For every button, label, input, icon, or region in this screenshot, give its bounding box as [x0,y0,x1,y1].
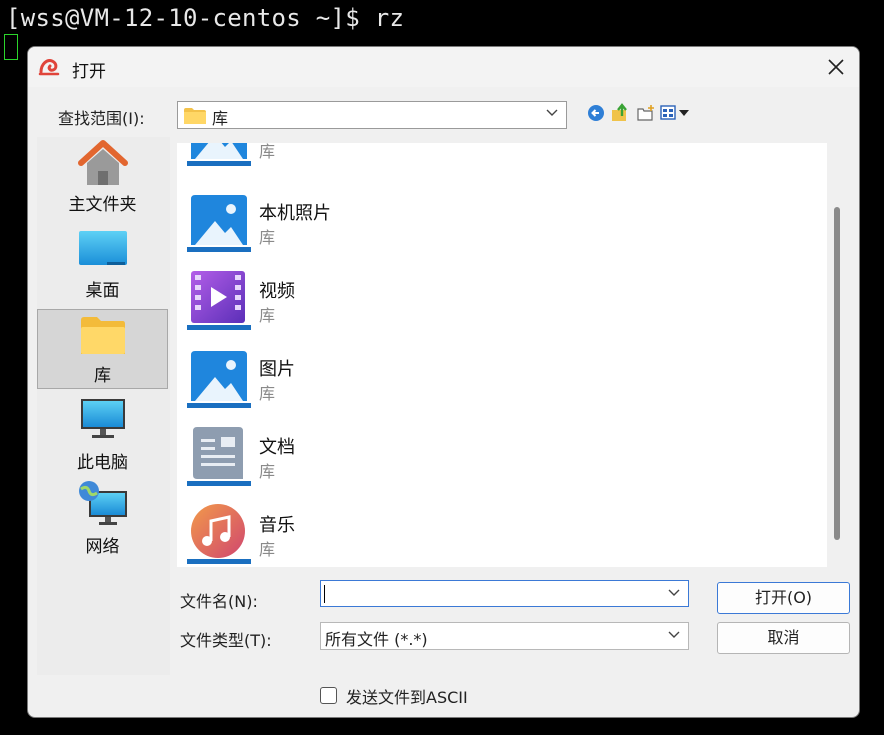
list-item[interactable]: 文档 库 [177,421,807,499]
file-name: 图片 [259,359,295,380]
list-item[interactable]: 音乐 库 [177,499,807,567]
look-in-label: 查找范围(I): [58,109,145,128]
close-button[interactable] [823,55,849,79]
app-snail-icon [38,59,60,76]
library-folder-icon [80,317,125,354]
chevron-down-icon [546,109,558,116]
dialog-titlebar: 打开 [28,47,859,87]
file-type: 库 [259,143,276,161]
new-folder-icon[interactable] [636,103,656,123]
chevron-down-icon [668,589,680,596]
sidebar-item-this-pc[interactable]: 此电脑 [37,395,168,475]
filetype-value: 所有文件 (*.*) [325,630,428,649]
file-type: 库 [259,306,276,325]
music-library-icon [187,504,251,564]
text-caret [324,585,325,603]
filename-label: 文件名(N): [180,592,258,611]
places-sidebar: 主文件夹 桌面 库 此电脑 网络 [37,137,170,675]
network-icon [78,481,127,525]
filetype-label: 文件类型(T): [180,631,272,650]
file-name: 本机照片 [259,203,331,224]
home-icon [77,140,128,185]
file-name: 音乐 [259,515,295,536]
up-folder-icon[interactable] [610,103,630,123]
filename-input[interactable] [320,580,689,607]
documents-library-icon [187,427,251,486]
sidebar-item-label: 库 [94,366,111,386]
file-type: 库 [259,540,276,559]
terminal-cursor [4,34,18,60]
look-in-dropdown[interactable]: 库 [177,101,567,129]
send-ascii-label: 发送文件到ASCII [346,688,468,707]
video-library-icon [187,271,251,330]
list-item[interactable]: 本机照片 库 [177,187,807,265]
sidebar-item-label: 桌面 [85,281,120,301]
open-file-dialog: 打开 查找范围(I): 库 主文件夹 桌面 库 此电脑 网络 库 本机照片 库 … [27,46,860,718]
filetype-dropdown[interactable]: 所有文件 (*.*) [320,622,689,650]
file-type: 库 [259,462,276,481]
list-item[interactable]: 图片 库 [177,343,807,421]
sidebar-item-desktop[interactable]: 桌面 [37,223,168,303]
sidebar-item-library[interactable]: 库 [37,309,168,389]
look-in-value: 库 [212,109,229,128]
file-list-scrollbar[interactable] [834,207,840,540]
send-ascii-checkbox[interactable] [320,687,337,704]
file-name: 视频 [259,281,295,302]
pictures-library-icon [187,143,251,166]
sidebar-item-network[interactable]: 网络 [37,479,168,559]
file-type: 库 [259,384,276,403]
sidebar-item-home[interactable]: 主文件夹 [37,137,168,217]
sidebar-item-label: 主文件夹 [68,195,137,215]
back-icon[interactable] [586,103,606,123]
open-button[interactable]: 打开(O) [717,582,850,614]
pictures-library-icon [187,195,251,252]
file-list: 库 本机照片 库 视频 库 图片 库 文档 库 音乐 库 [177,143,827,567]
folder-icon [184,108,206,124]
chevron-down-icon [668,631,680,638]
computer-icon [80,399,125,438]
dialog-title: 打开 [72,62,106,82]
sidebar-item-label: 此电脑 [77,453,128,473]
list-item[interactable]: 视频 库 [177,265,807,343]
view-menu-icon[interactable] [660,103,692,123]
desktop-icon [78,231,127,265]
sidebar-item-label: 网络 [85,537,120,557]
file-name: 文档 [259,437,295,458]
terminal-prompt: [wss@VM-12-10-centos ~]$ rz [6,4,405,32]
close-icon [828,59,844,75]
pictures-library-icon [187,351,251,408]
file-type: 库 [259,228,276,247]
cancel-button[interactable]: 取消 [717,622,850,654]
list-item[interactable]: 库 [177,143,807,179]
